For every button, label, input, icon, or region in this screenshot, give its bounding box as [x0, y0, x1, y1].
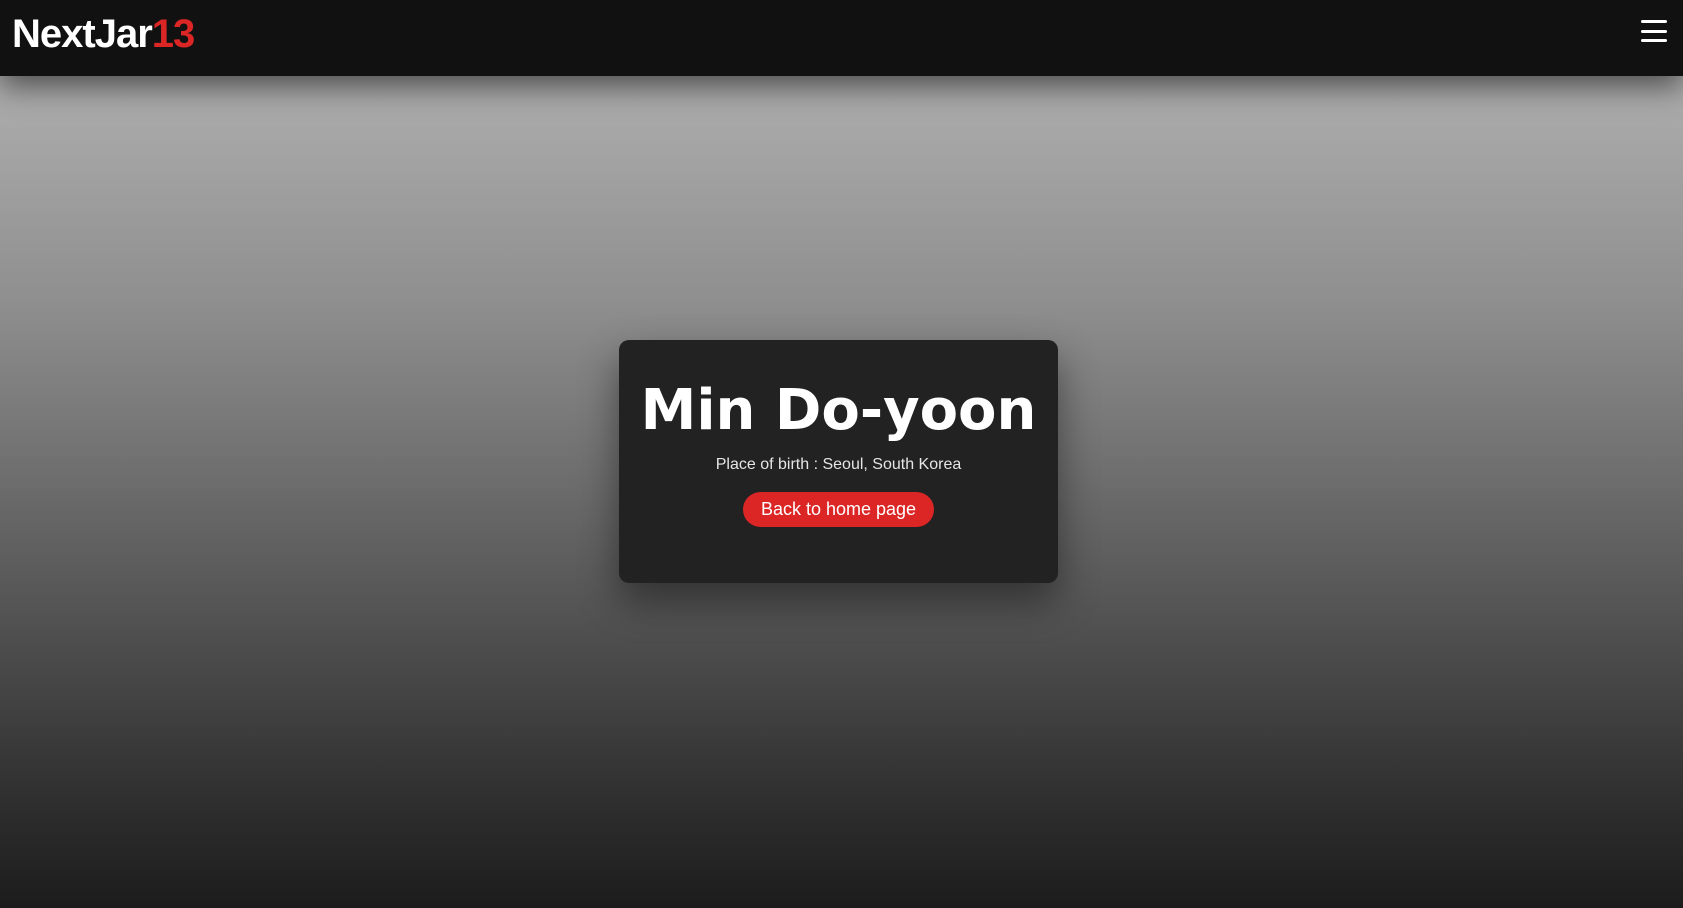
site-logo[interactable]: NextJar13	[12, 10, 195, 58]
back-to-home-button[interactable]: Back to home page	[742, 491, 935, 528]
hamburger-menu-icon-middle	[1641, 29, 1667, 33]
logo-text: NextJar	[12, 12, 153, 56]
menu-button[interactable]	[1641, 18, 1667, 44]
logo-accent: 13	[151, 12, 195, 56]
place-of-birth: Place of birth : Seoul, South Korea	[715, 455, 962, 473]
hamburger-menu-icon	[1641, 20, 1667, 23]
profile-card: Min Do-yoon Place of birth : Seoul, Sout…	[619, 340, 1058, 583]
navbar: NextJar13	[0, 0, 1683, 76]
profile-name: Min Do-yoon	[640, 378, 1037, 443]
hamburger-menu-icon-bottom	[1641, 39, 1667, 42]
